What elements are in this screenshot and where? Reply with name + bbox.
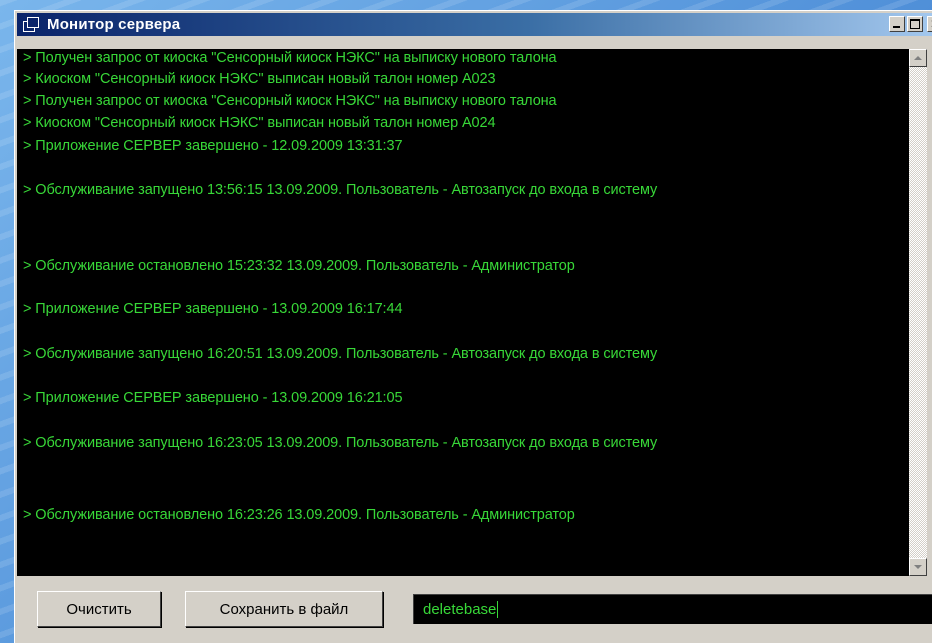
log-line: > Обслуживание запущено 16:23:05 13.09.2…: [23, 435, 658, 451]
save-to-file-button[interactable]: Сохранить в файл: [185, 591, 383, 627]
log-line: > Киоском "Сенсорный киоск НЭКС" выписан…: [23, 115, 496, 131]
scroll-down-button[interactable]: [909, 558, 927, 576]
log-line: > Киоском "Сенсорный киоск НЭКС" выписан…: [23, 71, 496, 87]
text-caret: [497, 601, 499, 618]
log-line: > Получен запрос от киоска "Сенсорный ки…: [23, 50, 557, 66]
log-scrollbar[interactable]: [909, 49, 927, 576]
log-line: > Приложение СЕРВЕР завершено - 13.09.20…: [23, 390, 403, 406]
close-button[interactable]: ✕: [927, 16, 932, 32]
command-input[interactable]: deletebase: [413, 594, 932, 624]
command-input-value: deletebase: [423, 601, 497, 618]
scroll-up-button[interactable]: [909, 49, 927, 67]
clear-button[interactable]: Очистить: [37, 591, 161, 627]
app-window-icon[interactable]: [23, 16, 39, 33]
log-line: > Приложение СЕРВЕР завершено - 13.09.20…: [23, 301, 403, 317]
title-bar[interactable]: Монитор сервера ✕: [17, 13, 932, 36]
window-title: Монитор сервера: [47, 16, 181, 33]
log-line: > Получен запрос от киоска "Сенсорный ки…: [23, 93, 557, 109]
server-monitor-window: Монитор сервера ✕ > Получен запрос от ки…: [14, 10, 932, 643]
log-line: > Обслуживание остановлено 15:23:32 13.0…: [23, 258, 575, 274]
window-controls: ✕: [889, 16, 932, 32]
server-log[interactable]: > Получен запрос от киоска "Сенсорный ки…: [17, 49, 909, 576]
scroll-up-arrow-icon: [914, 56, 922, 60]
log-line: > Обслуживание запущено 16:20:51 13.09.2…: [23, 346, 658, 362]
log-line: > Обслуживание запущено 13:56:15 13.09.2…: [23, 182, 658, 198]
minimize-button[interactable]: [889, 16, 905, 32]
log-line: > Обслуживание остановлено 16:23:26 13.0…: [23, 507, 575, 523]
scroll-down-arrow-icon: [914, 565, 922, 569]
log-line: > Приложение СЕРВЕР завершено - 12.09.20…: [23, 138, 403, 154]
maximize-button[interactable]: [907, 16, 923, 32]
